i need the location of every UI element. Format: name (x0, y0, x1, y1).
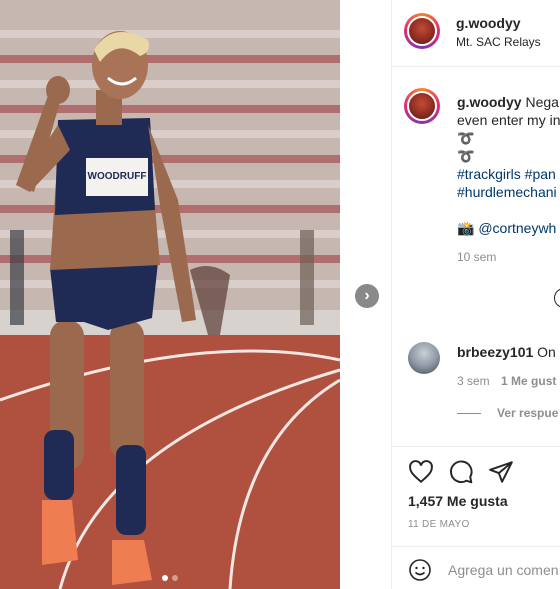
carousel-dot (172, 575, 178, 581)
profile-avatar[interactable] (404, 13, 440, 49)
carousel-dot-active (162, 575, 168, 581)
send-icon[interactable] (488, 459, 514, 485)
post-actions: 1,457 Me gusta 11 DE MAYO (392, 446, 560, 547)
chevron-right-icon: › (364, 287, 370, 304)
post-photo[interactable]: WOODRUFF (0, 0, 340, 589)
photo-credit[interactable]: 📸 @cortneywh (457, 219, 560, 237)
caption-avatar[interactable] (404, 88, 440, 124)
caption-hashtags-2[interactable]: #hurdlemechani (457, 183, 560, 201)
post-details-panel: g.woodyy Mt. SAC Relays g.woodyy Nega ev… (391, 0, 560, 589)
post-username[interactable]: g.woodyy (456, 15, 521, 31)
comment-text: brbeezy101 On (457, 344, 556, 360)
caption-text: g.woodyy Nega even enter my in ➰ ➰ #trac… (457, 93, 560, 237)
comment-icon[interactable] (448, 459, 474, 485)
comment-time: 3 sem (457, 374, 490, 388)
carousel-dots (0, 575, 340, 581)
caption-loop-emoji-1: ➰ (457, 130, 475, 146)
next-photo-button[interactable]: › (355, 284, 379, 308)
like-count[interactable]: 1,457 Me gusta (408, 493, 508, 509)
replies-divider (457, 413, 481, 415)
comment-body: On (537, 344, 556, 360)
view-replies-label: Ver respue (497, 406, 559, 420)
comment-likes[interactable]: 1 Me gust (501, 374, 556, 388)
caption-hashtags-1[interactable]: #trackgirls #pan (457, 165, 560, 183)
post-header: g.woodyy Mt. SAC Relays (392, 0, 560, 67)
view-replies-button[interactable]: Ver respue (457, 406, 558, 420)
commenter-username[interactable]: brbeezy101 (457, 344, 533, 360)
heart-icon[interactable] (408, 459, 434, 485)
caption-username[interactable]: g.woodyy (457, 94, 522, 110)
comment-input[interactable]: Agrega un comen (448, 562, 559, 578)
comment-meta: 3 sem 1 Me gust (457, 374, 556, 388)
add-comment-bar: Agrega un comen (392, 546, 560, 589)
race-bib: WOODRUFF (88, 171, 147, 182)
post-date: 11 DE MAYO (408, 519, 470, 530)
caption-line-1: Nega (525, 94, 559, 110)
post-location[interactable]: Mt. SAC Relays (456, 35, 541, 49)
athlete-photo-illustration: WOODRUFF (0, 0, 340, 589)
commenter-avatar[interactable] (408, 342, 440, 374)
caption-loop-emoji-2: ➰ (457, 148, 475, 164)
caption-line-2: even enter my in (457, 112, 560, 128)
caption-time: 10 sem (457, 250, 497, 264)
smiley-icon[interactable] (408, 558, 432, 582)
more-options-icon[interactable] (554, 288, 560, 308)
